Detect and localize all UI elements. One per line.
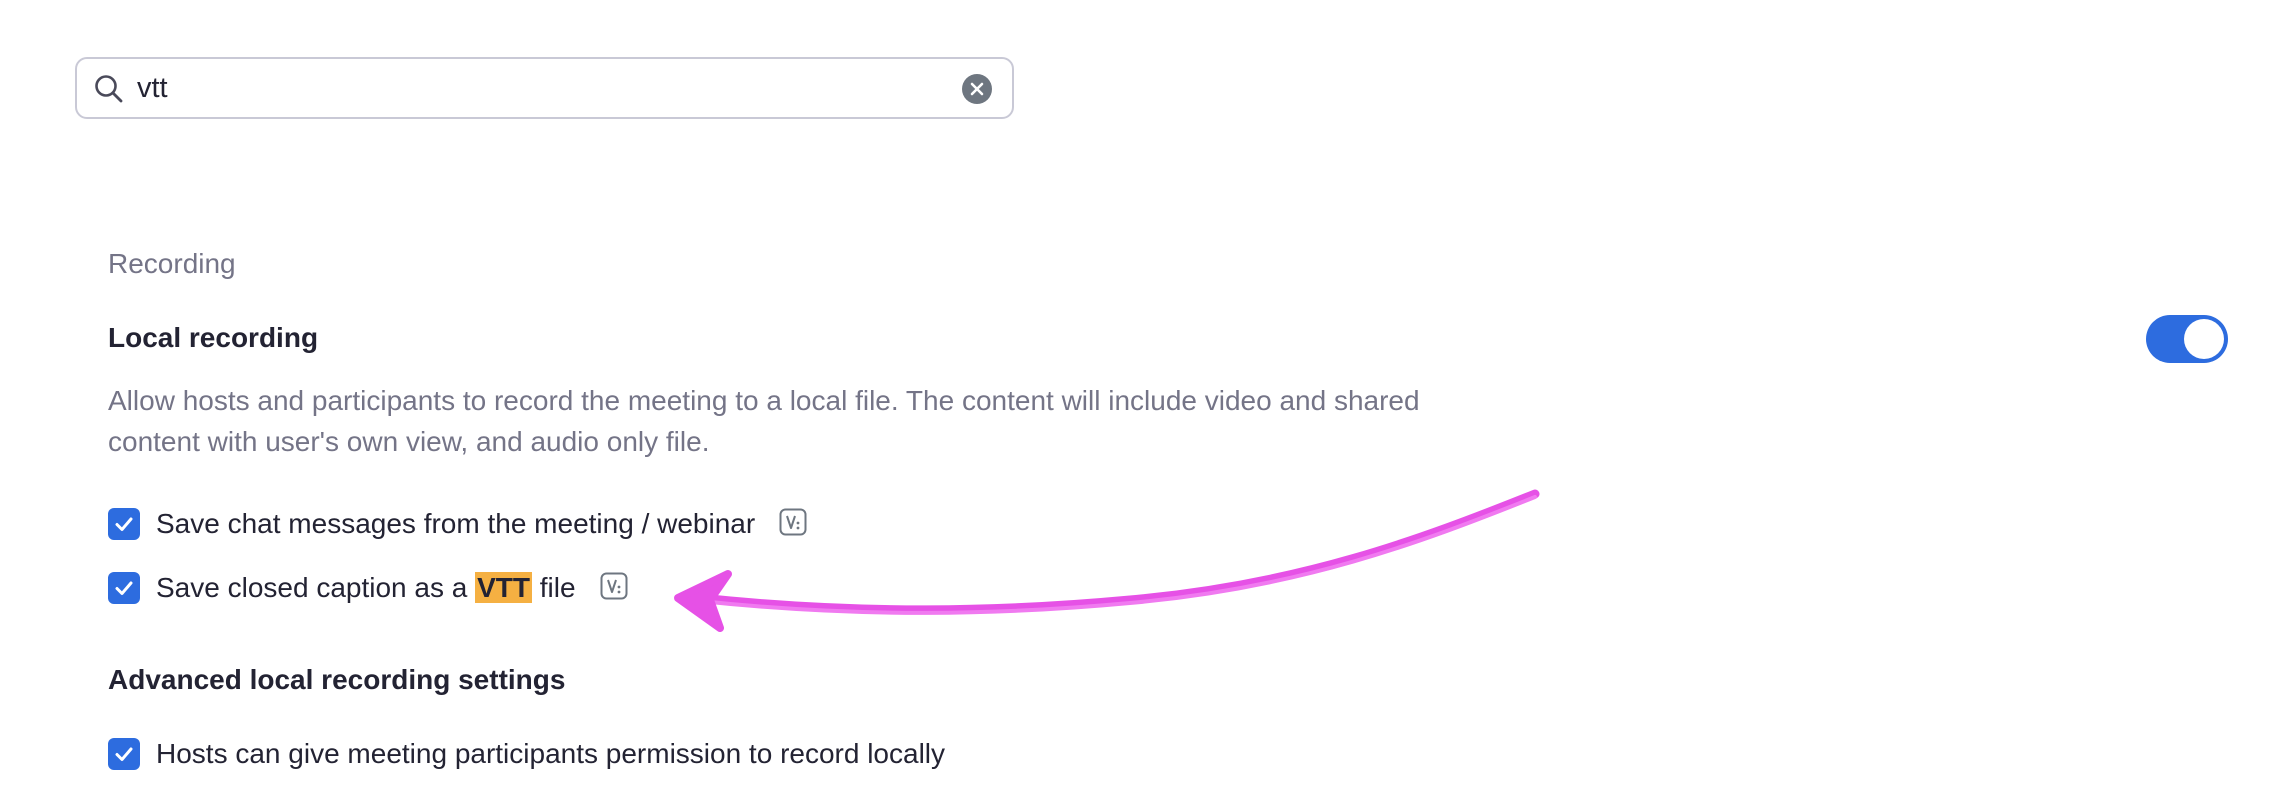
option-save-caption: Save closed caption as a VTT file [108,570,628,606]
save-caption-checkbox[interactable] [108,572,140,604]
lock-icon[interactable] [779,508,807,536]
local-recording-toggle[interactable] [2146,315,2228,363]
checkmark-icon [115,517,133,531]
save-caption-label-after: file [539,572,576,603]
clear-search-button[interactable] [962,74,992,104]
local-recording-description: Allow hosts and participants to record t… [108,385,1420,457]
save-chat-checkbox[interactable] [108,508,140,540]
section-title: Recording [108,248,236,279]
checkmark-icon [115,581,133,595]
search-icon [93,73,125,105]
search-input[interactable] [137,67,937,109]
host-permission-checkbox[interactable] [108,738,140,770]
lock-icon[interactable] [600,572,628,600]
search-box[interactable] [75,57,1014,119]
save-caption-label: Save closed caption as a VTT file [156,572,576,604]
checkmark-icon [115,747,133,761]
save-chat-label: Save chat messages from the meeting / we… [156,508,756,539]
option-host-permission: Hosts can give meeting participants perm… [108,736,945,772]
search-highlight: VTT [475,572,532,603]
toggle-knob [2184,319,2224,359]
save-caption-label-before: Save closed caption as a [156,572,468,603]
host-permission-label: Hosts can give meeting participants perm… [156,738,946,769]
local-recording-title: Local recording [108,322,319,353]
option-save-chat: Save chat messages from the meeting / we… [108,506,807,542]
advanced-settings-title: Advanced local recording settings [108,664,566,695]
close-icon [970,82,984,96]
